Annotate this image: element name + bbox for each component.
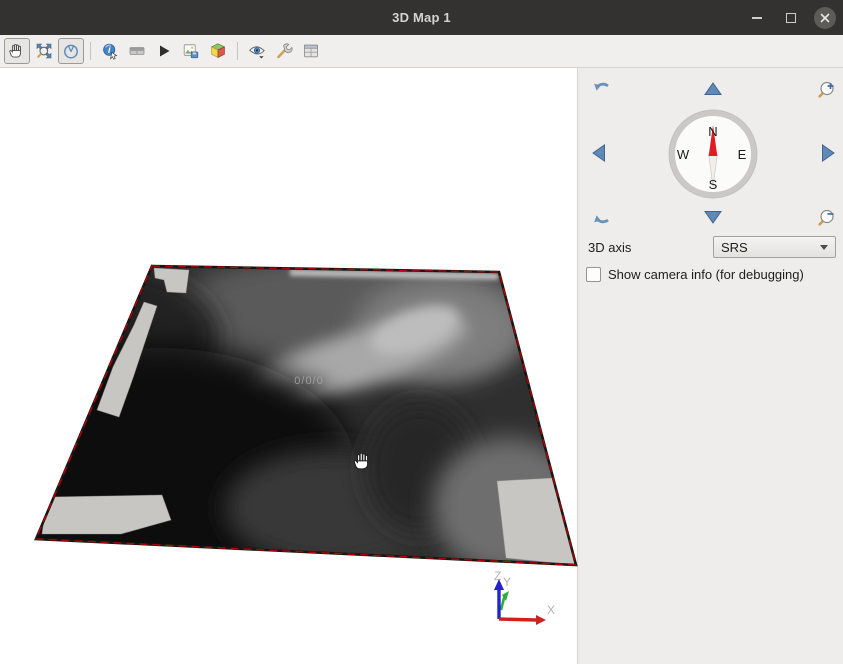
dock-window-icon — [302, 42, 320, 60]
save-image-icon — [182, 42, 200, 60]
play-icon — [155, 42, 173, 60]
zoom-full-icon — [35, 42, 53, 60]
move-up-button[interactable] — [701, 77, 725, 101]
animations-button[interactable] — [151, 38, 177, 64]
move-right-button[interactable] — [816, 141, 840, 165]
zoom-out-icon — [816, 206, 838, 228]
axis-z-label: Z — [494, 569, 501, 583]
navigation-panel: N E S W — [578, 68, 843, 664]
close-icon — [819, 12, 831, 24]
save-as-image-button[interactable] — [178, 38, 204, 64]
zoom-out-button[interactable] — [815, 205, 839, 229]
3d-map-window: 3D Map 1 — [0, 0, 843, 664]
compass-n: N — [708, 124, 717, 139]
zoom-in-icon — [816, 78, 838, 100]
tilt-down-button[interactable] — [590, 205, 614, 229]
identify-button[interactable]: i — [97, 38, 123, 64]
compass[interactable]: N E S W — [668, 109, 758, 199]
minimize-button[interactable] — [746, 7, 768, 29]
tilt-up-icon — [591, 78, 613, 100]
compass-e: E — [738, 147, 747, 162]
zoom-in-button[interactable] — [815, 77, 839, 101]
measurement-line-button[interactable] — [124, 38, 150, 64]
dock-view-button[interactable] — [298, 38, 324, 64]
maximize-icon — [786, 13, 796, 23]
eye-icon — [248, 42, 266, 60]
toolbar: i — [0, 35, 843, 68]
hand-icon — [8, 42, 26, 60]
3d-axis-label: 3D axis — [588, 240, 631, 255]
camera-info-row: Show camera info (for debugging) — [586, 267, 804, 282]
axis-y-label: Y — [503, 575, 511, 589]
wrench-icon — [275, 42, 293, 60]
terrain-scene: 0/0/0 Z Y X — [0, 68, 578, 664]
move-left-button[interactable] — [587, 141, 611, 165]
compass-w: W — [677, 147, 690, 162]
window-controls — [746, 0, 836, 35]
tilt-up-button[interactable] — [590, 77, 614, 101]
window-title: 3D Map 1 — [0, 10, 843, 25]
arrow-up-icon — [702, 78, 724, 100]
3d-viewport[interactable]: 0/0/0 Z Y X — [0, 68, 578, 664]
axis-indicator: Z Y X — [494, 569, 555, 625]
3d-axis-dropdown[interactable]: SRS — [713, 236, 836, 258]
toolbar-separator — [237, 42, 238, 60]
camera-pan-button[interactable] — [4, 38, 30, 64]
compass-s: S — [709, 177, 718, 192]
tilt-down-icon — [591, 206, 613, 228]
content-row: 0/0/0 Z Y X — [0, 68, 843, 664]
maximize-button[interactable] — [780, 7, 802, 29]
on-screen-navigation-button[interactable] — [58, 38, 84, 64]
arrow-left-icon — [588, 142, 610, 164]
arrow-right-icon — [817, 142, 839, 164]
export-3d-scene-button[interactable] — [205, 38, 231, 64]
toolbar-separator — [90, 42, 91, 60]
cube-icon — [209, 42, 227, 60]
identify-icon: i — [101, 42, 119, 60]
measure-icon — [128, 42, 146, 60]
configure-button[interactable] — [271, 38, 297, 64]
camera-info-label: Show camera info (for debugging) — [608, 267, 804, 282]
chevron-down-icon — [820, 245, 828, 250]
3d-axis-dropdown-value: SRS — [721, 240, 820, 255]
navigation-circle-icon — [62, 42, 80, 60]
minimize-icon — [752, 17, 762, 19]
set-view-theme-button[interactable] — [244, 38, 270, 64]
zoom-full-button[interactable] — [31, 38, 57, 64]
tile-debug-label: 0/0/0 — [294, 375, 323, 387]
title-bar: 3D Map 1 — [0, 0, 843, 35]
arrow-down-icon — [702, 206, 724, 228]
camera-info-checkbox[interactable] — [586, 267, 601, 282]
move-down-button[interactable] — [701, 205, 725, 229]
axis-x-label: X — [547, 603, 555, 617]
close-button[interactable] — [814, 7, 836, 29]
